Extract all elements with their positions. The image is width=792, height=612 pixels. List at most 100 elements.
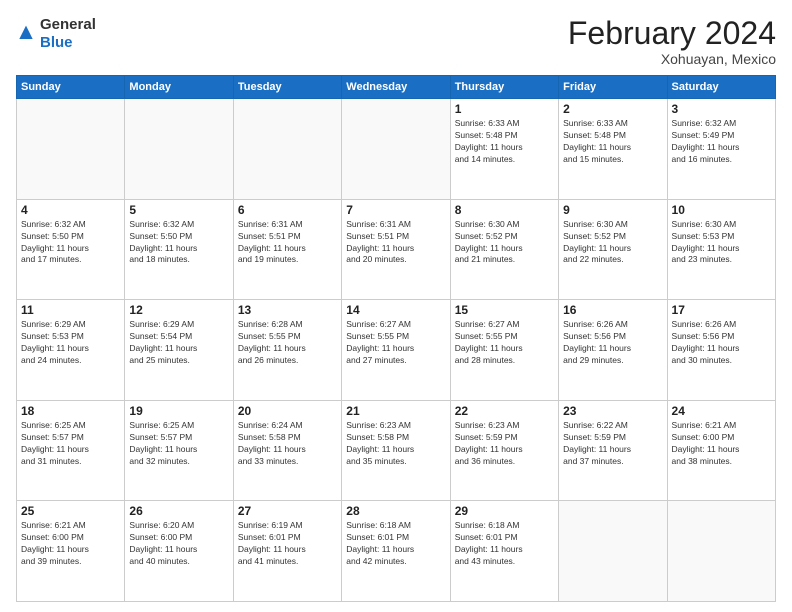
day-info: Sunrise: 6:31 AM Sunset: 5:51 PM Dayligh…	[238, 219, 337, 267]
calendar-cell: 1 Sunrise: 6:33 AM Sunset: 5:48 PM Daylig…	[450, 99, 558, 200]
day-number: 13	[238, 303, 337, 317]
logo-general: General	[40, 16, 96, 33]
calendar-cell: 17 Sunrise: 6:26 AM Sunset: 5:56 PM Dayli…	[667, 300, 775, 401]
day-number: 3	[672, 102, 771, 116]
day-info: Sunrise: 6:23 AM Sunset: 5:59 PM Dayligh…	[455, 420, 554, 468]
day-number: 27	[238, 504, 337, 518]
day-number: 8	[455, 203, 554, 217]
day-info: Sunrise: 6:21 AM Sunset: 6:00 PM Dayligh…	[672, 420, 771, 468]
calendar-cell: 2 Sunrise: 6:33 AM Sunset: 5:48 PM Daylig…	[559, 99, 667, 200]
month-title: February 2024	[568, 16, 776, 51]
day-number: 29	[455, 504, 554, 518]
calendar-header-wednesday: Wednesday	[342, 76, 450, 99]
day-number: 12	[129, 303, 228, 317]
calendar-cell: 19 Sunrise: 6:25 AM Sunset: 5:57 PM Dayli…	[125, 400, 233, 501]
day-number: 10	[672, 203, 771, 217]
day-info: Sunrise: 6:25 AM Sunset: 5:57 PM Dayligh…	[129, 420, 228, 468]
calendar-header-friday: Friday	[559, 76, 667, 99]
day-info: Sunrise: 6:22 AM Sunset: 5:59 PM Dayligh…	[563, 420, 662, 468]
logo-icon	[16, 24, 36, 44]
calendar-cell: 9 Sunrise: 6:30 AM Sunset: 5:52 PM Daylig…	[559, 199, 667, 300]
day-number: 19	[129, 404, 228, 418]
day-info: Sunrise: 6:21 AM Sunset: 6:00 PM Dayligh…	[21, 520, 120, 568]
calendar-header-thursday: Thursday	[450, 76, 558, 99]
day-info: Sunrise: 6:24 AM Sunset: 5:58 PM Dayligh…	[238, 420, 337, 468]
day-number: 23	[563, 404, 662, 418]
calendar-cell: 23 Sunrise: 6:22 AM Sunset: 5:59 PM Dayli…	[559, 400, 667, 501]
calendar-table: SundayMondayTuesdayWednesdayThursdayFrid…	[16, 75, 776, 602]
calendar-cell: 6 Sunrise: 6:31 AM Sunset: 5:51 PM Daylig…	[233, 199, 341, 300]
calendar-header-monday: Monday	[125, 76, 233, 99]
day-info: Sunrise: 6:33 AM Sunset: 5:48 PM Dayligh…	[563, 118, 662, 166]
day-number: 28	[346, 504, 445, 518]
calendar-cell: 22 Sunrise: 6:23 AM Sunset: 5:59 PM Dayli…	[450, 400, 558, 501]
calendar-header-tuesday: Tuesday	[233, 76, 341, 99]
page: General Blue February 2024 Xohuayan, Mex…	[0, 0, 792, 612]
calendar-cell: 3 Sunrise: 6:32 AM Sunset: 5:49 PM Daylig…	[667, 99, 775, 200]
calendar-cell: 8 Sunrise: 6:30 AM Sunset: 5:52 PM Daylig…	[450, 199, 558, 300]
day-info: Sunrise: 6:23 AM Sunset: 5:58 PM Dayligh…	[346, 420, 445, 468]
day-number: 21	[346, 404, 445, 418]
day-info: Sunrise: 6:25 AM Sunset: 5:57 PM Dayligh…	[21, 420, 120, 468]
day-info: Sunrise: 6:18 AM Sunset: 6:01 PM Dayligh…	[346, 520, 445, 568]
day-number: 9	[563, 203, 662, 217]
calendar-cell: 21 Sunrise: 6:23 AM Sunset: 5:58 PM Dayli…	[342, 400, 450, 501]
calendar-cell	[233, 99, 341, 200]
calendar-cell: 15Sunrise: 6:27 AM Sunset: 5:55 PM Dayli…	[450, 300, 558, 401]
day-info: Sunrise: 6:18 AM Sunset: 6:01 PM Dayligh…	[455, 520, 554, 568]
day-number: 16	[563, 303, 662, 317]
day-info: Sunrise: 6:30 AM Sunset: 5:53 PM Dayligh…	[672, 219, 771, 267]
calendar-cell: 5 Sunrise: 6:32 AM Sunset: 5:50 PM Daylig…	[125, 199, 233, 300]
day-info: Sunrise: 6:32 AM Sunset: 5:49 PM Dayligh…	[672, 118, 771, 166]
day-number: 7	[346, 203, 445, 217]
day-info: Sunrise: 6:30 AM Sunset: 5:52 PM Dayligh…	[455, 219, 554, 267]
day-number: 4	[21, 203, 120, 217]
day-number: 15	[455, 303, 554, 317]
calendar-cell: 12Sunrise: 6:29 AM Sunset: 5:54 PM Dayli…	[125, 300, 233, 401]
calendar-week-2: 4 Sunrise: 6:32 AM Sunset: 5:50 PM Daylig…	[17, 199, 776, 300]
calendar-cell	[17, 99, 125, 200]
day-number: 26	[129, 504, 228, 518]
day-number: 5	[129, 203, 228, 217]
calendar-cell	[342, 99, 450, 200]
calendar-cell: 29 Sunrise: 6:18 AM Sunset: 6:01 PM Dayli…	[450, 501, 558, 602]
day-number: 22	[455, 404, 554, 418]
logo-text: General Blue	[40, 16, 96, 52]
calendar-header-sunday: Sunday	[17, 76, 125, 99]
day-info: Sunrise: 6:30 AM Sunset: 5:52 PM Dayligh…	[563, 219, 662, 267]
calendar-cell	[559, 501, 667, 602]
header: General Blue February 2024 Xohuayan, Mex…	[16, 16, 776, 67]
calendar-cell: 28 Sunrise: 6:18 AM Sunset: 6:01 PM Dayli…	[342, 501, 450, 602]
day-info: Sunrise: 6:26 AM Sunset: 5:56 PM Dayligh…	[672, 319, 771, 367]
calendar-cell: 10 Sunrise: 6:30 AM Sunset: 5:53 PM Dayli…	[667, 199, 775, 300]
day-info: Sunrise: 6:20 AM Sunset: 6:00 PM Dayligh…	[129, 520, 228, 568]
day-info: Sunrise: 6:32 AM Sunset: 5:50 PM Dayligh…	[21, 219, 120, 267]
calendar-week-5: 25 Sunrise: 6:21 AM Sunset: 6:00 PM Dayli…	[17, 501, 776, 602]
day-number: 6	[238, 203, 337, 217]
calendar-header-saturday: Saturday	[667, 76, 775, 99]
calendar-cell: 16Sunrise: 6:26 AM Sunset: 5:56 PM Dayli…	[559, 300, 667, 401]
logo: General Blue	[16, 16, 96, 52]
day-number: 1	[455, 102, 554, 116]
day-info: Sunrise: 6:31 AM Sunset: 5:51 PM Dayligh…	[346, 219, 445, 267]
calendar-week-4: 18Sunrise: 6:25 AM Sunset: 5:57 PM Dayli…	[17, 400, 776, 501]
day-info: Sunrise: 6:33 AM Sunset: 5:48 PM Dayligh…	[455, 118, 554, 166]
calendar-cell	[667, 501, 775, 602]
calendar-week-3: 11Sunrise: 6:29 AM Sunset: 5:53 PM Dayli…	[17, 300, 776, 401]
calendar-cell: 20 Sunrise: 6:24 AM Sunset: 5:58 PM Dayli…	[233, 400, 341, 501]
day-number: 2	[563, 102, 662, 116]
location-title: Xohuayan, Mexico	[568, 51, 776, 67]
calendar-cell: 11Sunrise: 6:29 AM Sunset: 5:53 PM Dayli…	[17, 300, 125, 401]
day-info: Sunrise: 6:29 AM Sunset: 5:53 PM Dayligh…	[21, 319, 120, 367]
calendar-cell: 27Sunrise: 6:19 AM Sunset: 6:01 PM Dayli…	[233, 501, 341, 602]
logo-blue: Blue	[40, 34, 73, 51]
day-number: 20	[238, 404, 337, 418]
calendar-cell: 18Sunrise: 6:25 AM Sunset: 5:57 PM Dayli…	[17, 400, 125, 501]
calendar-cell: 4 Sunrise: 6:32 AM Sunset: 5:50 PM Daylig…	[17, 199, 125, 300]
day-info: Sunrise: 6:32 AM Sunset: 5:50 PM Dayligh…	[129, 219, 228, 267]
calendar-cell: 13Sunrise: 6:28 AM Sunset: 5:55 PM Dayli…	[233, 300, 341, 401]
calendar-cell: 7 Sunrise: 6:31 AM Sunset: 5:51 PM Daylig…	[342, 199, 450, 300]
day-number: 17	[672, 303, 771, 317]
calendar-cell: 24Sunrise: 6:21 AM Sunset: 6:00 PM Dayli…	[667, 400, 775, 501]
day-number: 25	[21, 504, 120, 518]
